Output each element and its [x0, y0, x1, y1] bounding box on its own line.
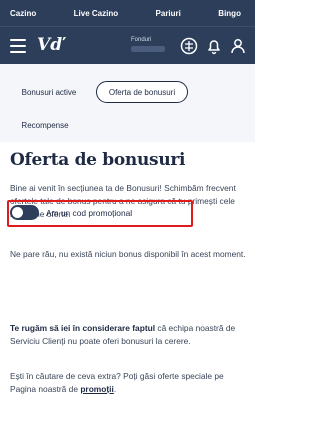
nav-live-cazino[interactable]: Live Cazino	[74, 9, 118, 18]
header-bar: Vď Fonduri	[0, 26, 255, 64]
menu-icon[interactable]	[10, 39, 26, 53]
promo-code-toggle[interactable]	[10, 205, 39, 220]
funds-value	[131, 46, 165, 52]
support-notice: Te rugăm să iei în considerare faptul că…	[10, 322, 248, 348]
promo-code-label[interactable]: Am un cod promoțional	[46, 208, 132, 218]
logo[interactable]: Vď	[37, 35, 62, 55]
funds-label: Fonduri	[131, 37, 152, 43]
tab-bonusuri-active[interactable]: Bonusuri active	[12, 81, 86, 103]
tab-recompense[interactable]: Recompense	[12, 114, 78, 136]
promotions-text-body: Ești în căutare de ceva extra? Poți găsi…	[10, 371, 224, 394]
tab-oferta-de-bonusuri[interactable]: Oferta de bonusuri	[96, 81, 188, 103]
support-notice-bold: Te rugăm să iei în considerare faptul	[10, 323, 156, 333]
user-icon[interactable]	[229, 37, 247, 55]
nav-cazino[interactable]: Cazino	[10, 9, 36, 18]
nav-bingo[interactable]: Bingo	[218, 9, 241, 18]
bonus-tabs: Bonusuri active Oferta de bonusuri Recom…	[0, 64, 255, 142]
promotions-link[interactable]: promoții	[80, 384, 114, 394]
toggle-knob	[12, 207, 23, 218]
no-bonus-text: Ne pare rău, nu există niciun bonus disp…	[10, 249, 246, 259]
promotions-text-end: .	[113, 384, 117, 394]
nav-pariuri[interactable]: Pariuri	[156, 9, 181, 18]
top-navigation: Cazino Live Cazino Pariuri Bingo	[0, 0, 255, 26]
page-title: Oferta de bonusuri	[10, 150, 186, 170]
promotions-text: Ești în căutare de ceva extra? Poți găsi…	[10, 370, 248, 396]
bell-icon[interactable]	[205, 37, 223, 55]
bonus-icon[interactable]	[180, 37, 198, 55]
